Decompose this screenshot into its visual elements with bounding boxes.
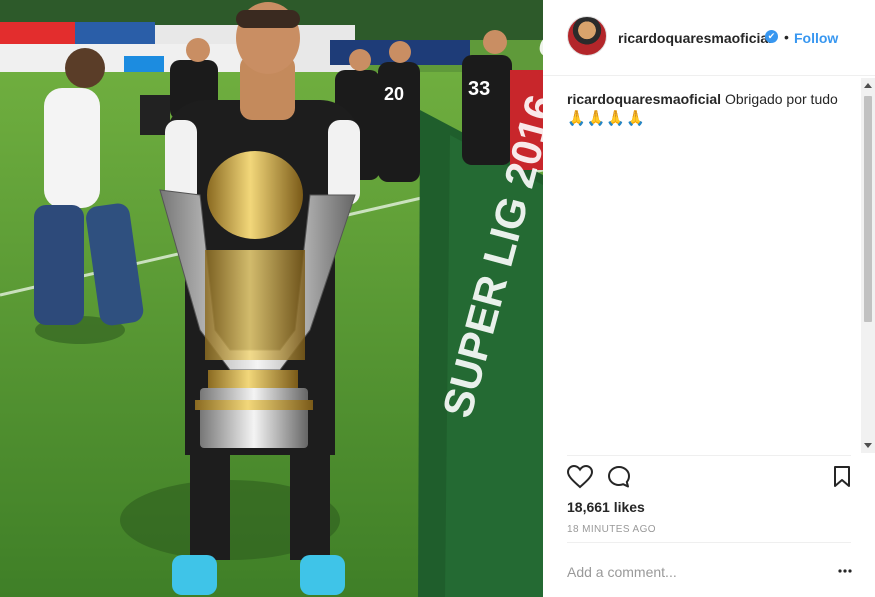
separator-dot: • [784,29,789,45]
likes-count[interactable]: 18,661 likes [567,499,645,515]
comment-icon[interactable] [607,465,631,489]
scroll-up-arrow-icon[interactable] [864,83,872,88]
jersey-number-20: 20 [384,84,404,104]
scroll-thumb[interactable] [864,96,872,322]
header-username[interactable]: ricardoquaresmaoficial [618,30,772,46]
caption-username[interactable]: ricardoquaresmaoficial [567,91,721,107]
caption-text: Obrigado por tudo [724,91,838,107]
caption: ricardoquaresmaoficial Obrigado por tudo… [567,90,851,128]
comment-divider [567,542,851,543]
post-sidebar: ricardoquaresmaoficial ✔ • Follow ricard… [543,0,875,597]
bookmark-icon[interactable] [833,466,851,488]
post-photo-illustration: 20 33 SUPER LIG 2016 - 2017 [0,0,543,597]
post-photo[interactable]: 20 33 SUPER LIG 2016 - 2017 [0,0,543,597]
follow-button[interactable]: Follow [794,30,838,46]
post-timestamp[interactable]: 18 MINUTES AGO [567,524,656,535]
caption-emojis: 🙏🙏🙏🙏 [567,110,646,127]
jersey-number-33: 33 [468,78,490,100]
more-options-icon[interactable] [837,563,853,579]
add-comment-input[interactable] [567,562,817,582]
comments-scrollbar[interactable] [861,78,875,453]
heart-icon[interactable] [567,465,593,489]
scroll-down-arrow-icon[interactable] [864,443,872,448]
actions-divider [567,455,851,456]
avatar[interactable] [567,16,607,56]
post-header: ricardoquaresmaoficial ✔ • Follow [543,0,875,76]
verified-badge-icon: ✔ [765,30,778,43]
